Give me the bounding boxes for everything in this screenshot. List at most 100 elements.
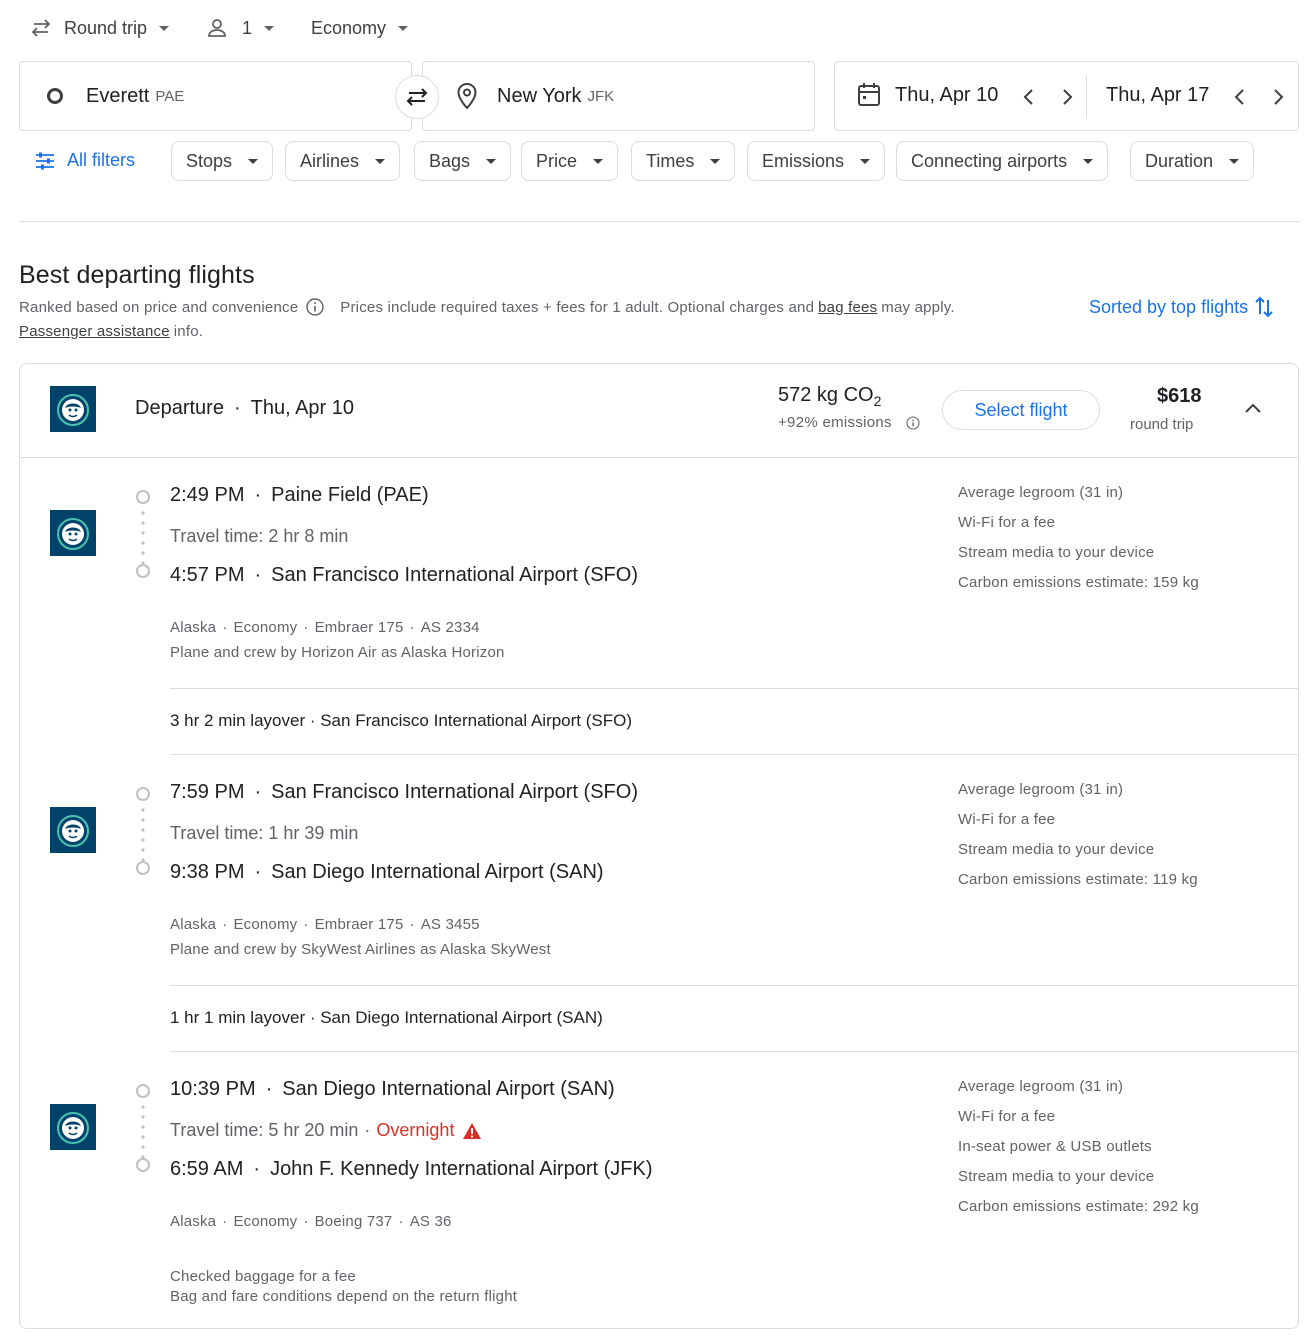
- amenity-streaming: Stream media to your device: [958, 841, 1155, 858]
- filter-chip-price[interactable]: Price: [521, 141, 619, 181]
- filter-chip-stops[interactable]: Stops: [171, 141, 274, 181]
- all-filters-button[interactable]: All filters: [35, 150, 135, 171]
- results-heading: Best departing flights: [19, 261, 255, 289]
- departure-title: Departure · Thu, Apr 10: [135, 397, 355, 419]
- arrival-time: 4:57 PM: [170, 564, 245, 586]
- info-icon[interactable]: [306, 298, 324, 316]
- passengers-select[interactable]: 1: [206, 12, 275, 44]
- chevron-down-icon: [1083, 158, 1094, 164]
- cabin-class-select[interactable]: Economy: [311, 12, 409, 44]
- chip-label: Times: [646, 150, 695, 171]
- destination-city: New York: [497, 84, 582, 107]
- chevron-left-icon[interactable]: [1234, 87, 1246, 107]
- filter-chip-bags[interactable]: Bags: [414, 141, 512, 181]
- swap-arrows-icon: [404, 87, 430, 107]
- timeline-dots: [141, 1102, 145, 1158]
- chevron-up-icon[interactable]: [1243, 401, 1263, 415]
- filter-chip-times[interactable]: Times: [631, 141, 736, 181]
- aircraft: Embraer 175: [314, 916, 404, 933]
- amenity-wifi: Wi-Fi for a fee: [958, 514, 1056, 531]
- timeline-start-dot: [136, 787, 150, 801]
- origin-circle-icon: [46, 87, 64, 105]
- select-flight-label: Select flight: [974, 399, 1068, 420]
- chevron-down-icon: [1229, 158, 1240, 164]
- chip-label: Duration: [1145, 150, 1214, 171]
- chevron-down-icon: [264, 25, 275, 31]
- co2-subscript: 2: [873, 393, 882, 409]
- tune-icon: [35, 152, 55, 170]
- amenity-streaming: Stream media to your device: [958, 1168, 1155, 1185]
- swap-button[interactable]: [395, 75, 439, 119]
- location-pin-icon: [457, 83, 477, 109]
- layover-divider: [170, 1051, 1298, 1052]
- segment-arrival: 6:59 AM · John F. Kennedy International Ai…: [170, 1158, 653, 1180]
- travel-time: Travel time: 2 hr 8 min: [170, 526, 349, 546]
- flight-card: Departure · Thu, Apr 10 572 kg CO2 +92% …: [19, 363, 1299, 1329]
- amenity-emissions: Carbon emissions estimate: 292 kg: [958, 1198, 1199, 1215]
- filter-chip-airlines[interactable]: Airlines: [285, 141, 401, 181]
- chevron-right-icon[interactable]: [1272, 87, 1284, 107]
- alaska-airlines-logo: [50, 386, 96, 432]
- amenity-emissions: Carbon emissions estimate: 119 kg: [958, 871, 1198, 888]
- amenity-power: In-seat power & USB outlets: [958, 1138, 1152, 1155]
- arrival-airport: San Diego International Airport (SAN): [271, 861, 604, 883]
- departure-date: Thu, Apr 10: [250, 397, 355, 419]
- arrival-airport: San Francisco International Airport (SFO…: [271, 564, 638, 586]
- baggage-note: Checked baggage for a fee: [170, 1268, 356, 1285]
- bag-fees-link[interactable]: bag fees: [818, 299, 877, 316]
- amenity-streaming: Stream media to your device: [958, 544, 1155, 561]
- assistance-line: Passenger assistance info.: [19, 323, 203, 340]
- departure-time: 7:59 PM: [170, 781, 245, 803]
- sort-button[interactable]: Sorted by top flights: [1089, 294, 1274, 320]
- flight-number: AS 3455: [420, 916, 480, 933]
- travel-time: Travel time: 5 hr 20 min: [170, 1120, 359, 1140]
- select-flight-button[interactable]: Select flight: [942, 390, 1100, 430]
- prices-note: Prices include required taxes + fees for…: [340, 298, 815, 316]
- depart-date-field[interactable]: Thu, Apr 10: [857, 82, 998, 108]
- warning-triangle-icon: [462, 1122, 482, 1140]
- results-subtitle: Ranked based on price and convenience Pr…: [19, 298, 955, 316]
- chevron-down-icon: [248, 158, 259, 164]
- chevron-down-icon: [398, 25, 409, 31]
- operated-by: Plane and crew by SkyWest Airlines as Al…: [170, 941, 551, 958]
- airline-name: Alaska: [170, 1213, 217, 1230]
- flight-details: Alaska · Economy · Embraer 175 · AS 3455: [170, 916, 480, 933]
- filter-chip-emissions[interactable]: Emissions: [747, 141, 886, 181]
- chevron-down-icon: [159, 25, 170, 31]
- timeline-dots: [141, 508, 145, 564]
- layover-divider: [170, 688, 1298, 689]
- timeline-dots: [141, 805, 145, 861]
- destination-field[interactable]: New York JFK: [422, 61, 815, 131]
- layover-info: 3 hr 2 min layover · San Francisco Inter…: [170, 711, 633, 730]
- chevron-left-icon[interactable]: [1023, 87, 1035, 107]
- departure-time: 2:49 PM: [170, 484, 245, 506]
- alaska-airlines-logo: [50, 1104, 96, 1150]
- origin-field[interactable]: Everett PAE: [19, 61, 412, 131]
- filter-chip-duration[interactable]: Duration: [1130, 141, 1255, 181]
- chip-label: Stops: [186, 150, 233, 171]
- passenger-assistance-link[interactable]: Passenger assistance: [19, 323, 170, 340]
- alaska-airlines-logo: [50, 807, 96, 853]
- segment-departure: 10:39 PM · San Diego International Airport…: [170, 1078, 615, 1100]
- departure-airport: San Francisco International Airport (SFO…: [271, 781, 638, 803]
- swap-arrows-icon: [30, 19, 52, 37]
- info-icon[interactable]: [906, 415, 920, 430]
- chevron-down-icon: [710, 158, 721, 164]
- departure-label: Departure: [135, 397, 224, 419]
- timeline-end-dot: [136, 564, 150, 578]
- chevron-right-icon[interactable]: [1061, 87, 1073, 107]
- travel-time: Travel time: 1 hr 39 min: [170, 823, 359, 843]
- flight-details: Alaska · Economy · Embraer 175 · AS 2334: [170, 619, 480, 636]
- passengers-count: 1: [242, 17, 253, 38]
- flight-number: AS 2334: [420, 619, 480, 636]
- return-date[interactable]: Thu, Apr 17: [1106, 84, 1209, 107]
- filter-chip-connecting-airports[interactable]: Connecting airports: [896, 141, 1109, 181]
- section-divider: [19, 221, 1299, 222]
- date-range-field: Thu, Apr 10 Thu, Apr 17: [834, 61, 1299, 131]
- fare-conditions-note: Bag and fare conditions depend on the re…: [170, 1288, 518, 1305]
- layover-info: 1 hr 1 min layover · San Diego Internati…: [170, 1008, 603, 1027]
- trip-type-select[interactable]: Round trip: [30, 12, 170, 44]
- info-text: info.: [173, 323, 204, 340]
- chevron-down-icon: [860, 158, 871, 164]
- chip-label: Airlines: [300, 150, 360, 171]
